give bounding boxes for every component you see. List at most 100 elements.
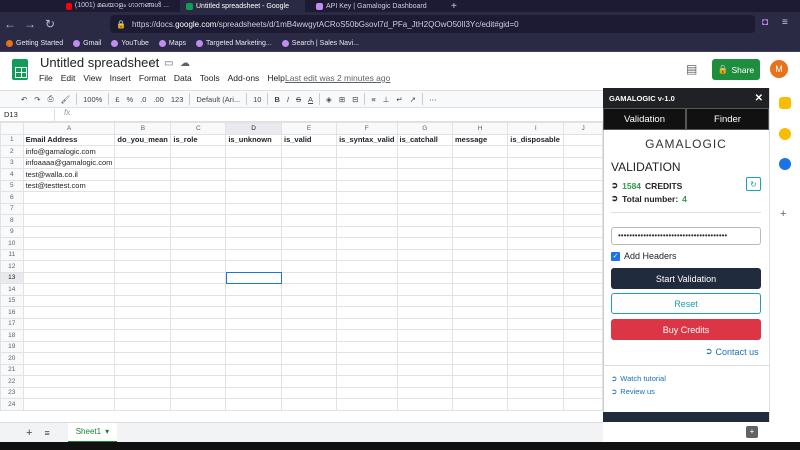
row-header[interactable]: 1 [0,133,24,146]
cell[interactable] [280,352,338,365]
add-addon-icon[interactable]: + [780,208,786,220]
cell[interactable] [563,386,603,399]
add-sheet-button[interactable]: + [26,427,32,439]
cell[interactable] [452,375,509,388]
watch-tutorial-link[interactable]: ➲ Watch tutorial [611,374,666,383]
cell[interactable] [507,248,565,261]
number-format-select[interactable]: 123 [170,95,185,104]
column-header[interactable]: A [22,122,116,135]
cell[interactable] [225,191,282,204]
cell[interactable] [280,156,338,169]
cell[interactable] [336,156,398,169]
cell[interactable] [114,363,172,376]
cell[interactable] [507,363,565,376]
bookmark-getting-started[interactable]: Getting Started [6,40,63,47]
cell[interactable] [563,145,603,158]
cell[interactable] [114,179,172,192]
cell[interactable] [170,202,227,215]
cell[interactable] [507,214,565,227]
cell[interactable] [396,352,454,365]
cell[interactable] [114,271,172,284]
cell[interactable] [170,191,227,204]
cell[interactable] [396,237,454,250]
cell[interactable] [225,363,282,376]
cell[interactable] [563,248,603,261]
cell[interactable] [225,225,282,238]
cell[interactable] [280,375,338,388]
cell[interactable] [22,248,116,261]
cell[interactable] [280,340,338,353]
row-header[interactable]: 13 [0,271,24,284]
cell[interactable] [170,363,227,376]
comment-history-icon[interactable]: ▤ [686,62,697,76]
cell[interactable] [507,398,565,411]
cell[interactable] [563,352,603,365]
cell[interactable] [336,294,398,307]
cell[interactable] [452,214,509,227]
cell[interactable] [452,352,509,365]
cell[interactable] [563,306,603,319]
cell[interactable] [280,191,338,204]
cell[interactable] [225,375,282,388]
review-us-link[interactable]: ➲ Review us [611,387,655,396]
reset-button[interactable]: Reset [611,293,761,314]
cell[interactable] [22,260,116,273]
cell[interactable] [452,225,509,238]
cell[interactable] [507,202,565,215]
cell[interactable] [452,386,509,399]
cell[interactable] [396,294,454,307]
tab-validation[interactable]: Validation [603,108,686,130]
align-icon[interactable]: ≡ [370,95,376,104]
forward-icon[interactable]: → [20,17,40,31]
fill-color-icon[interactable]: ◈ [325,95,333,104]
cell[interactable] [114,352,172,365]
cell[interactable] [170,179,227,192]
cell[interactable] [452,363,509,376]
cell[interactable] [336,306,398,319]
cell[interactable] [396,248,454,261]
bookmark-sales-navigator[interactable]: Search | Sales Navi... [281,40,359,47]
cell[interactable] [507,156,565,169]
bold-button[interactable]: B [273,95,280,104]
cell[interactable] [22,375,116,388]
cell[interactable] [114,294,172,307]
row-header[interactable]: 4 [0,168,24,181]
keep-icon[interactable] [779,128,791,140]
cell[interactable] [280,398,338,411]
borders-icon[interactable]: ⊞ [338,95,346,104]
row-header[interactable]: 11 [0,248,24,261]
cell[interactable] [507,352,565,365]
row-header[interactable]: 9 [0,225,24,238]
cell[interactable] [452,248,509,261]
cell[interactable] [336,375,398,388]
cell[interactable] [452,237,509,250]
cell[interactable] [225,398,282,411]
cell[interactable] [170,375,227,388]
bookmark-gmail[interactable]: Gmail [73,40,101,47]
cell[interactable] [225,214,282,227]
menu-format[interactable]: Format [139,73,166,83]
row-header[interactable]: 8 [0,214,24,227]
cell[interactable]: infoaaaa@gamalogic.com [22,156,116,169]
cell[interactable] [452,306,509,319]
cell[interactable] [22,237,116,250]
cell[interactable] [170,294,227,307]
cell[interactable] [336,214,398,227]
cell[interactable] [170,398,227,411]
cell[interactable] [170,352,227,365]
cell[interactable] [280,271,338,284]
cell[interactable] [114,168,172,181]
menu-tools[interactable]: Tools [200,73,220,83]
cell[interactable] [563,191,603,204]
cell[interactable] [22,363,116,376]
cell[interactable] [563,179,603,192]
cell[interactable] [396,214,454,227]
cell[interactable] [225,260,282,273]
cell[interactable] [396,145,454,158]
cell[interactable] [396,225,454,238]
cell[interactable] [507,191,565,204]
cell[interactable]: is_disposable [507,133,565,146]
cell[interactable] [507,145,565,158]
cell[interactable] [563,168,603,181]
cell[interactable] [563,271,603,284]
